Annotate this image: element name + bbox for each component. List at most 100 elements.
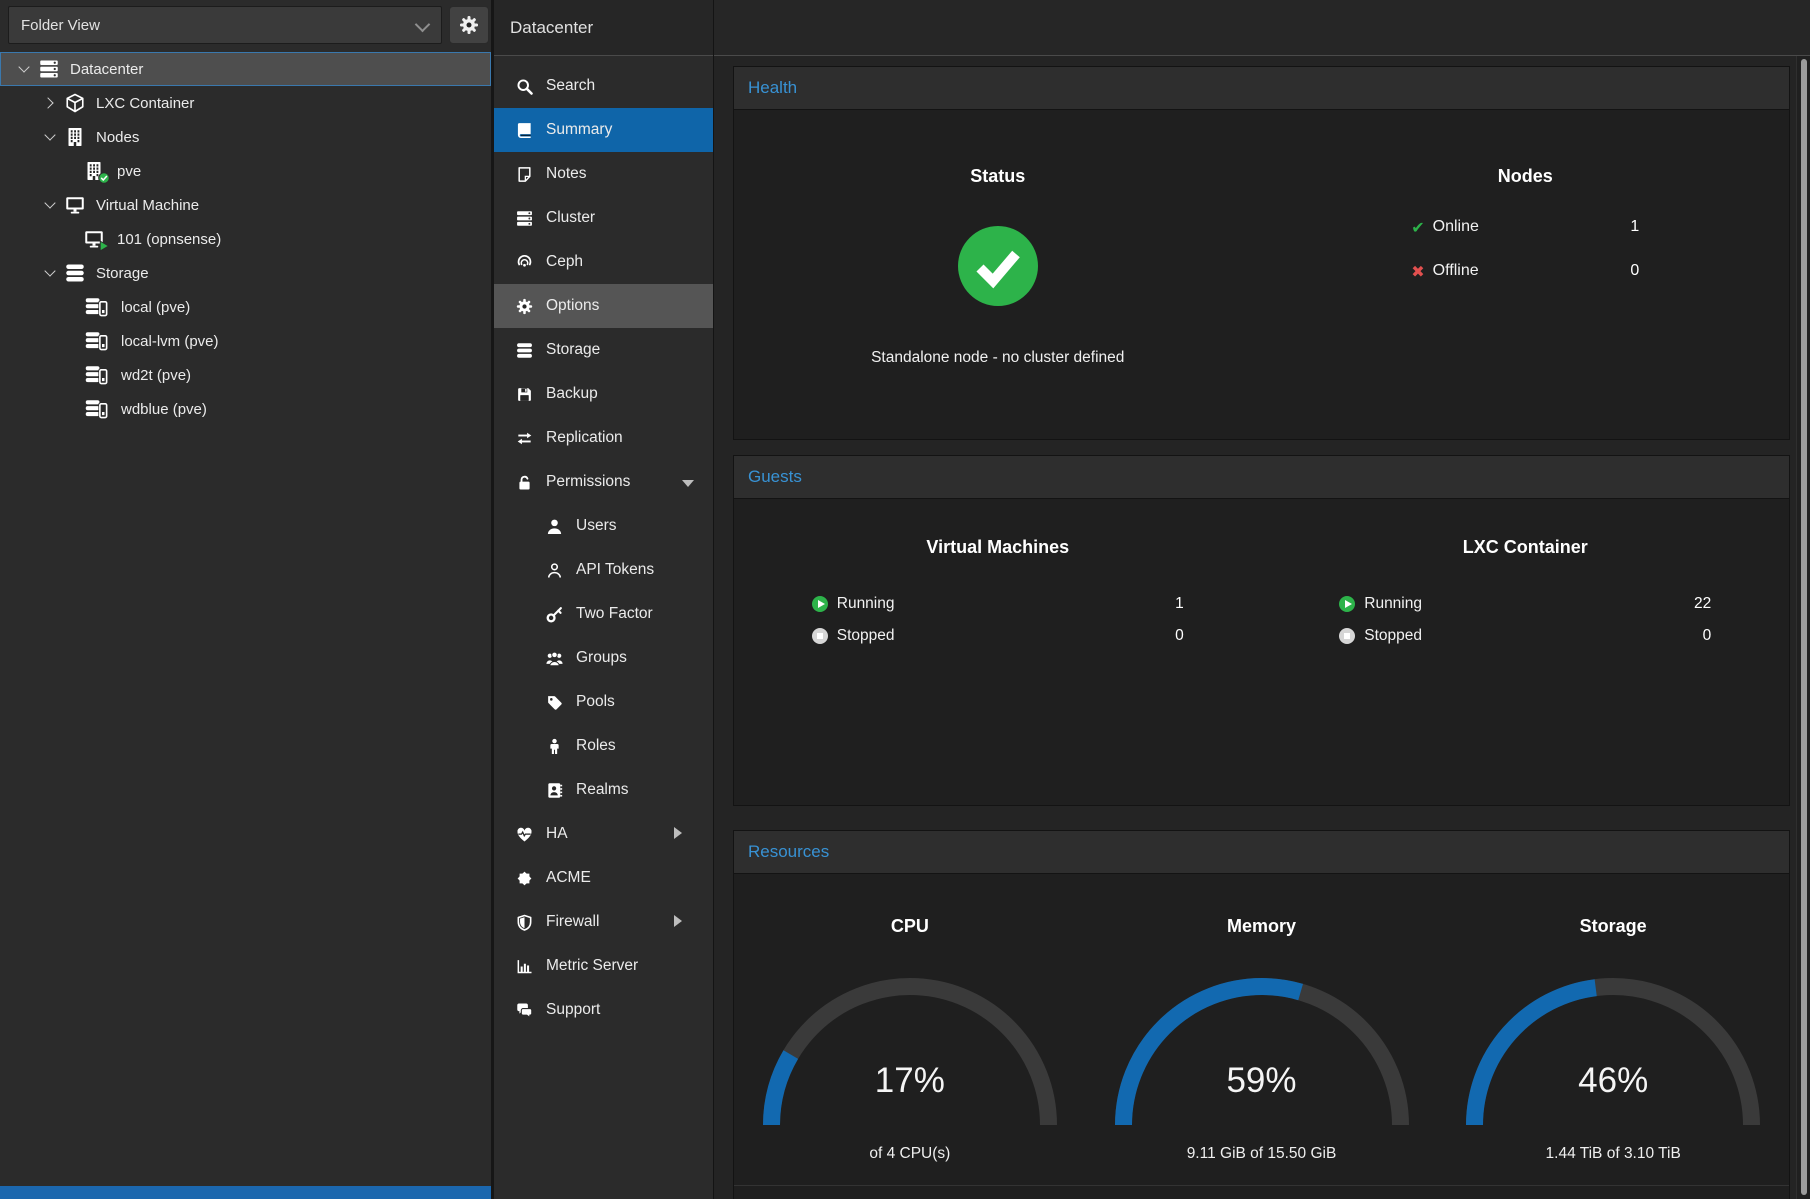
lxc-running-row: Running 22 — [1339, 588, 1711, 620]
tree-item-storage-wd2t[interactable]: wd2t (pve) — [0, 358, 491, 392]
resource-tree-panel: Folder View Datacenter LXC Container Nod… — [0, 0, 491, 1199]
menu-item-groups[interactable]: Groups — [494, 636, 713, 680]
menu-item-notes[interactable]: Notes — [494, 152, 713, 196]
datacenter-menu: Search Summary Notes Cluster Ceph Option… — [494, 56, 713, 1199]
menu-item-options[interactable]: Options — [494, 284, 713, 328]
cpu-header: CPU — [891, 916, 929, 937]
view-selector-combobox[interactable]: Folder View — [8, 6, 442, 44]
tree-bottom-splitter[interactable] — [0, 1186, 491, 1199]
memory-gauge: 59% — [1102, 965, 1422, 1129]
database-icon — [516, 342, 533, 359]
menu-item-support[interactable]: Support — [494, 988, 713, 1032]
menu-item-backup[interactable]: Backup — [494, 372, 713, 416]
health-status-column: Status Standalone node - no cluster defi… — [734, 110, 1262, 439]
ceph-icon — [516, 254, 533, 271]
key-icon — [546, 606, 563, 623]
sync-arrows-icon — [516, 430, 533, 447]
chevron-down-icon — [44, 131, 57, 144]
storage-gauge-column: Storage 46% 1.44 TiB of 3.10 TiB — [1437, 874, 1789, 1199]
nodes-offline-row: Offline 0 — [1411, 249, 1639, 293]
lxc-stopped-count: 0 — [1703, 627, 1712, 645]
check-icon — [1411, 218, 1424, 237]
cross-icon — [1411, 262, 1424, 281]
storage-header: Storage — [1580, 916, 1647, 937]
stop-circle-icon — [1339, 628, 1355, 644]
menu-item-cluster[interactable]: Cluster — [494, 196, 713, 240]
memory-percent: 59% — [1102, 1061, 1422, 1101]
content-scrollbar-thumb[interactable] — [1801, 59, 1807, 1195]
chevron-down-icon — [18, 63, 31, 76]
health-panel: Health Status Standalone node - no clust… — [733, 66, 1790, 440]
top-bar: Datacenter — [494, 0, 1810, 56]
vm-running-count: 1 — [1175, 595, 1184, 613]
menu-item-replication[interactable]: Replication — [494, 416, 713, 460]
tree-item-vm-101-opnsense[interactable]: 101 (opnsense) — [0, 222, 491, 256]
menu-item-ceph[interactable]: Ceph — [494, 240, 713, 284]
menu-item-api-tokens[interactable]: API Tokens — [494, 548, 713, 592]
menu-item-roles[interactable]: Roles — [494, 724, 713, 768]
gear-icon — [459, 15, 479, 35]
storage-detail: 1.44 TiB of 3.10 TiB — [1546, 1145, 1681, 1163]
storage-gauge: 46% — [1453, 965, 1773, 1129]
note-icon — [516, 166, 533, 183]
menu-item-ha[interactable]: HA — [494, 812, 713, 856]
lxc-container-header: LXC Container — [1463, 537, 1588, 558]
building-icon — [65, 127, 85, 147]
memory-header: Memory — [1227, 916, 1296, 937]
menu-item-firewall[interactable]: Firewall — [494, 900, 713, 944]
tree-item-datacenter[interactable]: Datacenter — [0, 52, 491, 86]
tree-item-storage-local[interactable]: local (pve) — [0, 290, 491, 324]
content-scrollbar-track[interactable] — [1796, 56, 1810, 1199]
desktop-play-icon — [84, 229, 106, 249]
caret-down-icon — [682, 480, 694, 487]
menu-item-users[interactable]: Users — [494, 504, 713, 548]
offline-count: 0 — [1630, 262, 1639, 280]
tree-settings-button[interactable] — [449, 6, 489, 44]
tree-item-pve[interactable]: pve — [0, 154, 491, 188]
tree-item-lxc-container[interactable]: LXC Container — [0, 86, 491, 120]
cpu-percent: 17% — [750, 1061, 1070, 1101]
gear-icon — [516, 298, 533, 315]
health-nodes-column: Nodes Online 1 Offline 0 — [1262, 110, 1790, 439]
guests-panel: Guests Virtual Machines Running 1 Stoppe… — [733, 455, 1790, 806]
tree-item-nodes[interactable]: Nodes — [0, 120, 491, 154]
menu-item-storage[interactable]: Storage — [494, 328, 713, 372]
caret-right-icon — [674, 827, 682, 839]
unlock-icon — [516, 474, 533, 491]
person-icon — [546, 738, 563, 755]
status-header: Status — [970, 166, 1025, 187]
play-circle-icon — [1339, 596, 1355, 612]
nodes-online-row: Online 1 — [1411, 205, 1639, 249]
tree-item-storage-wdblue[interactable]: wdblue (pve) — [0, 392, 491, 426]
lxc-running-count: 22 — [1694, 595, 1711, 613]
server-rack-icon — [39, 59, 59, 79]
tree-item-storage[interactable]: Storage — [0, 256, 491, 290]
chevron-right-icon — [44, 97, 57, 110]
menu-item-permissions[interactable]: Permissions — [494, 460, 713, 504]
guests-vm-column: Virtual Machines Running 1 Stopped 0 — [734, 499, 1262, 805]
view-selector-value: Folder View — [21, 17, 100, 34]
menu-item-search[interactable]: Search — [494, 64, 713, 108]
menu-item-metric-server[interactable]: Metric Server — [494, 944, 713, 988]
caret-right-icon — [674, 915, 682, 927]
user-outline-icon — [546, 562, 563, 579]
resource-tree: Datacenter LXC Container Nodes pve Virtu… — [0, 52, 491, 426]
cpu-gauge: 17% — [750, 965, 1070, 1129]
memory-gauge-column: Memory 59% 9.11 GiB of 15.50 GiB — [1086, 874, 1438, 1199]
menu-item-acme[interactable]: ACME — [494, 856, 713, 900]
menu-item-realms[interactable]: Realms — [494, 768, 713, 812]
chevron-down-icon — [44, 199, 57, 212]
tag-icon — [546, 694, 563, 711]
menu-item-summary[interactable]: Summary — [494, 108, 713, 152]
server-rack-icon — [516, 210, 533, 227]
tree-item-storage-local-lvm[interactable]: local-lvm (pve) — [0, 324, 491, 358]
address-book-icon — [546, 782, 563, 799]
menu-item-pools[interactable]: Pools — [494, 680, 713, 724]
stop-circle-icon — [812, 628, 828, 644]
menu-item-two-factor[interactable]: Two Factor — [494, 592, 713, 636]
resources-row-separator — [734, 1185, 1789, 1186]
resources-panel-header: Resources — [733, 830, 1790, 874]
nodes-header: Nodes — [1498, 166, 1553, 187]
tree-item-virtual-machine[interactable]: Virtual Machine — [0, 188, 491, 222]
cpu-gauge-column: CPU 17% of 4 CPU(s) — [734, 874, 1086, 1199]
